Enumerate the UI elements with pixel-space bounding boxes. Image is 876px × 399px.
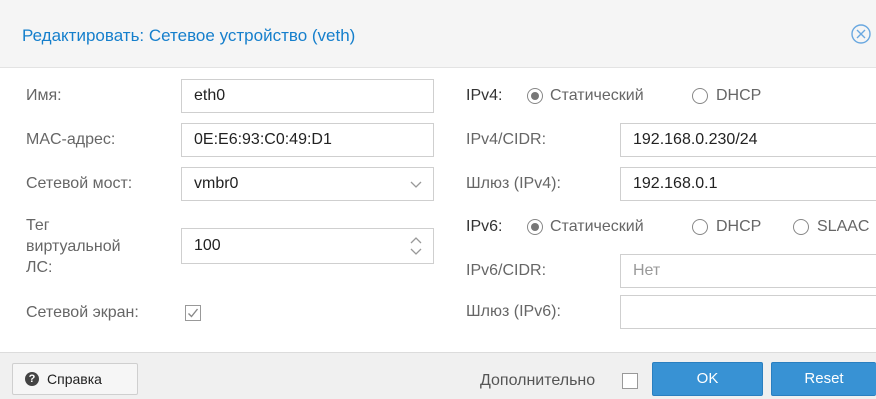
close-icon[interactable] bbox=[850, 23, 872, 45]
ipv6-dhcp-label[interactable]: DHCP bbox=[716, 218, 761, 236]
vlan-label-line3: ЛС: bbox=[26, 259, 53, 276]
ipv6-cidr-input[interactable]: Нет bbox=[620, 254, 876, 288]
vlan-tag-input[interactable]: 100 bbox=[181, 228, 434, 264]
name-input[interactable]: eth0 bbox=[181, 79, 434, 113]
ipv4-dhcp-radio[interactable] bbox=[692, 88, 708, 104]
ipv6-dhcp-radio[interactable] bbox=[692, 219, 708, 235]
help-button-label: Справка bbox=[47, 371, 102, 387]
firewall-checkbox[interactable] bbox=[185, 305, 201, 321]
help-button[interactable]: ? Справка bbox=[12, 363, 138, 395]
firewall-label: Сетевой экран: bbox=[26, 304, 139, 321]
ipv4-dhcp-label[interactable]: DHCP bbox=[716, 87, 761, 105]
mac-input[interactable]: 0E:E6:93:C0:49:D1 bbox=[181, 123, 434, 157]
ipv6-slaac-radio[interactable] bbox=[793, 219, 809, 235]
name-label: Имя: bbox=[26, 87, 62, 104]
vlan-label-line2: виртуальной bbox=[26, 238, 121, 255]
vlan-label-line1: Тег bbox=[26, 217, 50, 234]
checkmark-icon bbox=[188, 308, 199, 318]
ipv6-cidr-label: IPv6/CIDR: bbox=[466, 262, 547, 279]
ipv6-static-label[interactable]: Статический bbox=[550, 218, 644, 236]
ipv4-static-label[interactable]: Статический bbox=[550, 87, 644, 105]
ipv4-cidr-input[interactable]: 192.168.0.230/24 bbox=[620, 123, 876, 157]
bridge-select[interactable]: vmbr0 bbox=[181, 167, 434, 201]
ok-button[interactable]: OK bbox=[652, 362, 763, 396]
ipv4-static-radio[interactable] bbox=[527, 88, 543, 104]
ipv4-label: IPv4: bbox=[466, 87, 503, 104]
gateway-ipv6-label: Шлюз (IPv6): bbox=[466, 303, 561, 320]
dialog-title: Редактировать: Сетевое устройство (veth) bbox=[22, 26, 356, 45]
chevron-down-icon[interactable] bbox=[410, 178, 422, 190]
ipv6-static-radio[interactable] bbox=[527, 219, 543, 235]
gateway-ipv4-label: Шлюз (IPv4): bbox=[466, 175, 561, 192]
spinner-icon[interactable] bbox=[409, 235, 423, 257]
advanced-label: Дополнительно bbox=[480, 372, 596, 389]
gateway-ipv6-input[interactable] bbox=[620, 295, 876, 329]
ipv4-cidr-label: IPv4/CIDR: bbox=[466, 131, 547, 148]
reset-button[interactable]: Reset bbox=[771, 362, 876, 396]
ipv6-slaac-label[interactable]: SLAAC bbox=[817, 218, 876, 236]
gateway-ipv4-input[interactable]: 192.168.0.1 bbox=[620, 167, 876, 201]
bridge-label: Сетевой мост: bbox=[26, 175, 133, 192]
mac-label: MAC-адрес: bbox=[26, 131, 116, 148]
help-icon: ? bbox=[25, 372, 39, 386]
advanced-checkbox[interactable] bbox=[622, 373, 638, 389]
ipv6-label: IPv6: bbox=[466, 218, 503, 235]
